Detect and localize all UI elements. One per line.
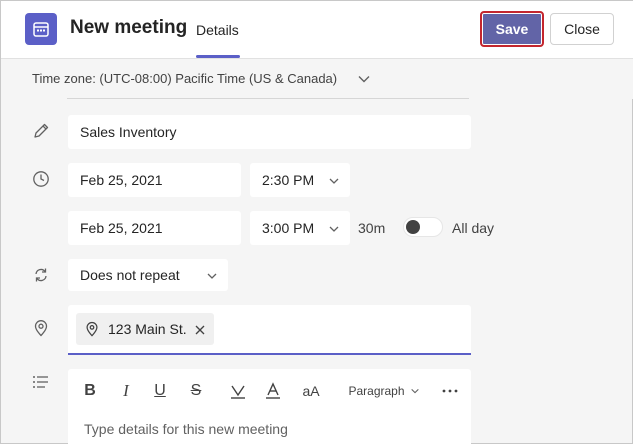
underline-icon[interactable]: U (148, 379, 172, 403)
details-placeholder[interactable]: Type details for this new meeting (84, 421, 288, 437)
repeat-icon (32, 266, 50, 289)
bold-icon[interactable]: B (78, 379, 102, 403)
repeat-dropdown[interactable]: Does not repeat (68, 259, 228, 291)
location-pin-icon (84, 321, 100, 340)
divider (67, 98, 469, 99)
duration-label: 30m (358, 220, 386, 236)
title-input[interactable]: Sales Inventory (68, 115, 471, 149)
chevron-down-icon (410, 388, 419, 394)
page-title: New meeting (70, 17, 188, 38)
tab-details[interactable]: Details (196, 22, 239, 38)
close-button[interactable]: Close (550, 13, 614, 45)
timezone-row[interactable]: Time zone: (UTC-08:00) Pacific Time (US … (1, 59, 633, 99)
toggle-knob (406, 220, 420, 234)
chevron-down-icon[interactable] (328, 174, 340, 192)
location-chip[interactable]: 123 Main St. (76, 313, 214, 345)
tab-active-indicator (196, 55, 240, 58)
location-input[interactable]: 123 Main St. (68, 305, 471, 355)
all-day-label: All day (452, 220, 495, 236)
paragraph-dropdown[interactable]: Paragraph (346, 379, 422, 403)
font-size-button[interactable]: aA (298, 379, 324, 403)
repeat-value: Does not repeat (80, 267, 180, 283)
italic-icon[interactable]: I (114, 379, 138, 403)
start-time-value: 2:30 PM (262, 172, 315, 188)
details-editor[interactable]: B I U S aA Paragraph Type details for th… (68, 369, 471, 444)
meeting-header: New meeting Details Save Close (1, 1, 633, 59)
close-icon[interactable] (194, 323, 206, 339)
calendar-icon (25, 13, 57, 45)
timezone-label[interactable]: Time zone: (UTC-08:00) Pacific Time (US … (32, 71, 337, 86)
font-color-icon[interactable] (261, 379, 285, 403)
start-date-picker[interactable]: Feb 25, 2021 (68, 163, 241, 197)
location-pin-icon (32, 319, 50, 342)
clock-icon (32, 170, 50, 193)
chevron-down-icon[interactable] (206, 269, 218, 287)
location-chip-label: 123 Main St. (108, 321, 187, 337)
chevron-down-icon[interactable] (357, 72, 371, 91)
paragraph-label: Paragraph (348, 384, 405, 398)
save-button[interactable]: Save (480, 11, 544, 47)
list-icon (32, 375, 50, 394)
chevron-down-icon[interactable] (328, 222, 340, 240)
highlight-icon[interactable] (226, 379, 250, 403)
strikethrough-icon[interactable]: S (184, 379, 208, 403)
more-options-icon[interactable] (438, 379, 462, 403)
end-date-picker[interactable]: Feb 25, 2021 (68, 211, 241, 245)
end-time-value: 3:00 PM (262, 220, 315, 236)
pencil-icon (32, 122, 50, 145)
all-day-toggle[interactable] (403, 217, 443, 237)
